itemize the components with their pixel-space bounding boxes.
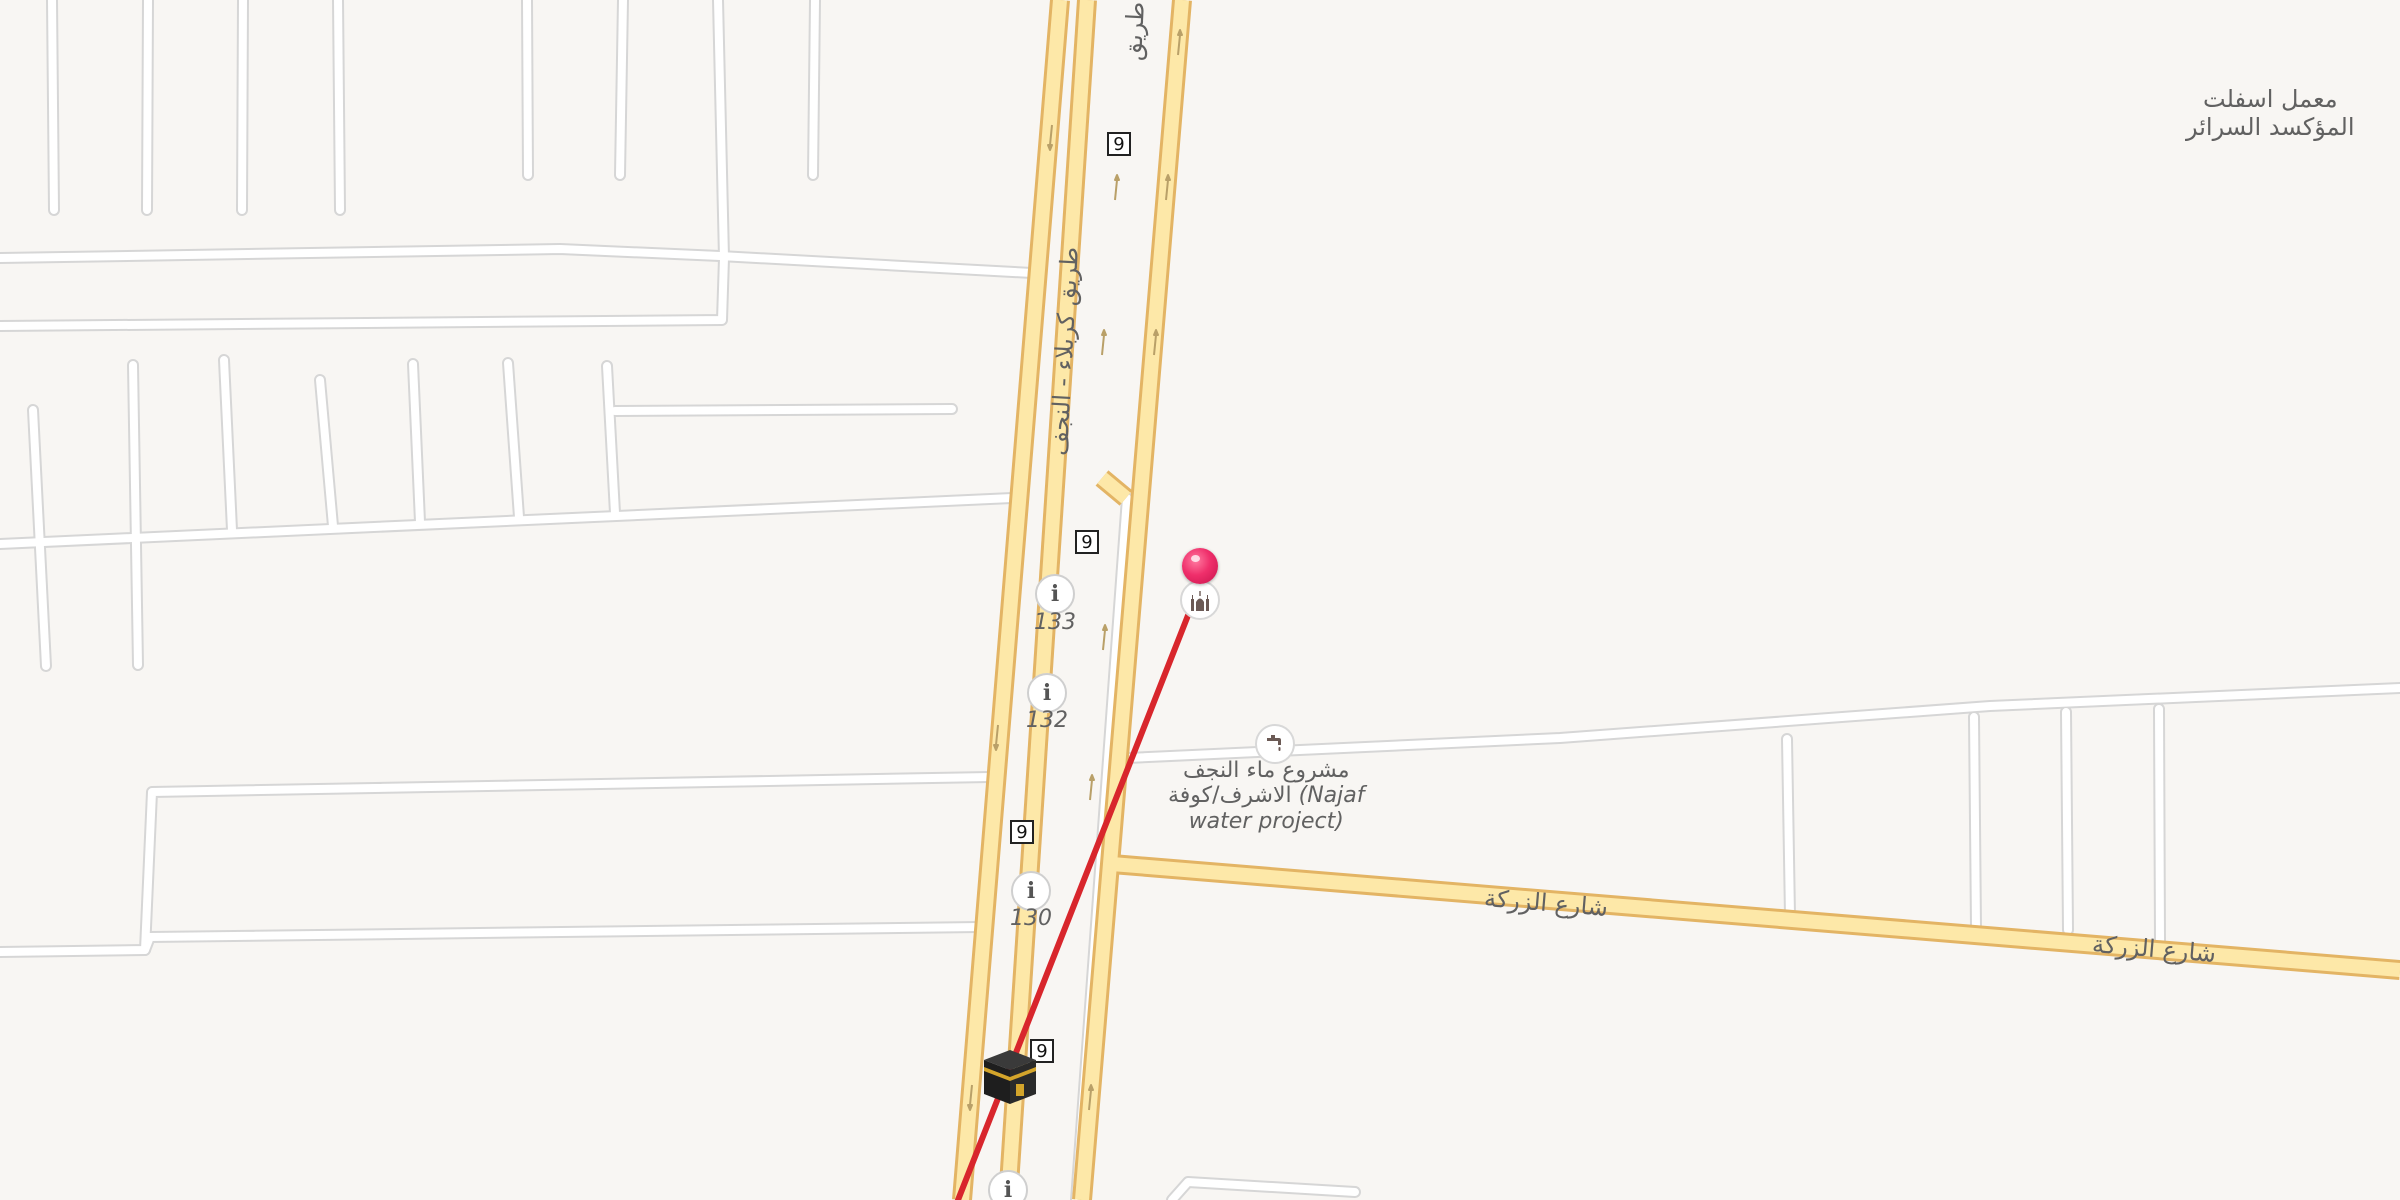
map-canvas[interactable]: معمل اسفلت المؤكسد السرائر طريق طريق كرب… bbox=[0, 0, 2400, 1200]
water-project-label: مشروع ماء النجف الاشرف/كوفة (Najaf water… bbox=[1168, 758, 1364, 834]
info-icon[interactable]: i bbox=[1035, 574, 1075, 614]
water-project-label-line-2: الاشرف/كوفة bbox=[1168, 783, 1292, 809]
kaaba-icon[interactable] bbox=[982, 1048, 1038, 1106]
km-marker-label: 132 bbox=[1026, 708, 1068, 733]
info-icon[interactable]: i bbox=[1027, 673, 1067, 713]
info-icon[interactable]: i bbox=[1011, 871, 1051, 911]
water-project-label-line-4: water project) bbox=[1188, 808, 1344, 834]
map-pin-icon[interactable] bbox=[1182, 548, 1218, 584]
km-marker-label: 133 bbox=[1034, 610, 1076, 635]
asphalt-factory-label-line-1: معمل اسفلت bbox=[2203, 85, 2338, 113]
asphalt-factory-label-line-2: المؤكسد السرائر bbox=[2186, 112, 2355, 141]
km-marker-label: 130 bbox=[1010, 906, 1052, 931]
route-shield[interactable]: 9 bbox=[1107, 132, 1131, 156]
route-shield[interactable]: 9 bbox=[1075, 530, 1099, 554]
route-shield[interactable]: 9 bbox=[1010, 820, 1034, 844]
road-label-top: طريق bbox=[1119, 0, 1151, 62]
water-project-label-line-3: (Najaf bbox=[1298, 783, 1365, 809]
kaaba-glyph bbox=[984, 1050, 1036, 1104]
mosque-icon[interactable] bbox=[1180, 580, 1220, 620]
water-tap-glyph bbox=[1267, 735, 1281, 751]
water-tap-icon[interactable] bbox=[1255, 724, 1295, 764]
water-project-label-line-2-wrap: الاشرف/كوفة (Najaf bbox=[1168, 783, 1364, 808]
main-roads bbox=[952, 0, 2400, 1200]
asphalt-factory-label: معمل اسفلت المؤكسد السرائر bbox=[2186, 85, 2355, 141]
mosque-glyph bbox=[1191, 591, 1209, 611]
